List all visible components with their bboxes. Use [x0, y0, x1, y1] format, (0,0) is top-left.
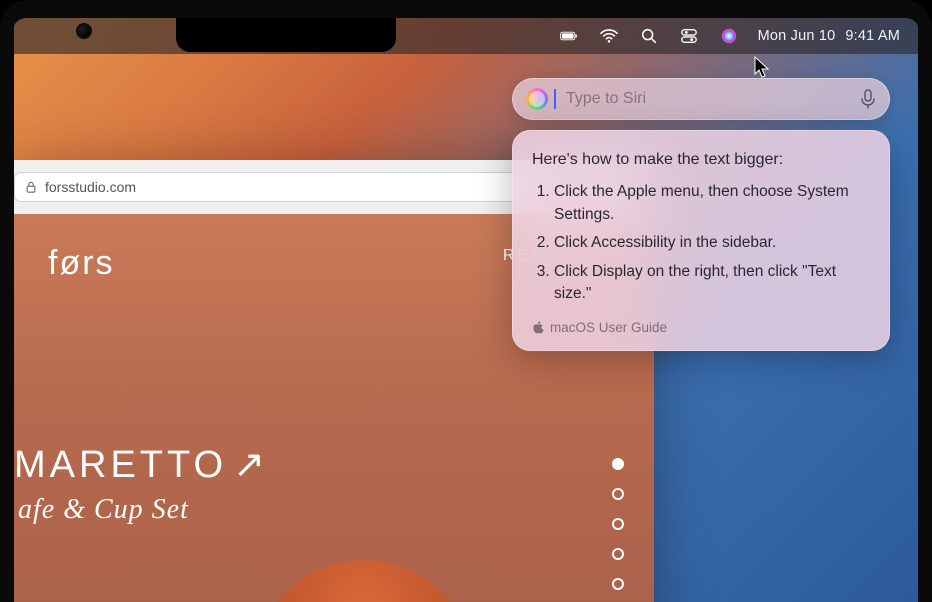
- instruction-step: Click Display on the right, then click "…: [554, 261, 870, 306]
- wifi-icon[interactable]: [598, 25, 620, 47]
- instruction-list: Click the Apple menu, then choose System…: [532, 181, 870, 305]
- url-text: forsstudio.com: [45, 179, 136, 195]
- carousel-dot[interactable]: [612, 548, 624, 560]
- spotlight-icon[interactable]: [638, 25, 660, 47]
- carousel-dot[interactable]: [612, 488, 624, 500]
- camera-icon: [78, 25, 90, 37]
- control-center-icon[interactable]: [678, 25, 700, 47]
- hero-title: MARETTO↗: [14, 443, 654, 488]
- menu-bar-clock[interactable]: Mon Jun 10 9:41 AM: [758, 28, 900, 44]
- cursor-pointer-icon: [754, 56, 772, 78]
- microphone-icon[interactable]: [860, 89, 876, 109]
- time-text: 9:41 AM: [845, 28, 900, 44]
- siri-icon[interactable]: [718, 25, 740, 47]
- siri-input-bar[interactable]: [512, 78, 890, 120]
- response-title: Here's how to make the text bigger:: [532, 148, 870, 171]
- source-text: macOS User Guide: [550, 318, 667, 338]
- arrow-ne-icon: ↗: [233, 442, 269, 487]
- siri-text-field[interactable]: [566, 90, 850, 108]
- carousel-dot[interactable]: [612, 578, 624, 590]
- carousel-dot[interactable]: [612, 518, 624, 530]
- source-link[interactable]: macOS User Guide: [532, 318, 870, 338]
- instruction-step: Click Accessibility in the sidebar.: [554, 232, 870, 254]
- display-notch: [176, 18, 396, 52]
- lock-icon: [25, 181, 37, 193]
- apple-logo-icon: [532, 321, 544, 334]
- instruction-step: Click the Apple menu, then choose System…: [554, 181, 870, 226]
- battery-icon[interactable]: [558, 25, 580, 47]
- text-cursor: [554, 89, 556, 109]
- product-image: [254, 560, 474, 602]
- carousel-dot[interactable]: [612, 458, 624, 470]
- carousel-dots: [612, 458, 624, 590]
- siri-orb-icon: [526, 88, 548, 110]
- siri-response-card: Here's how to make the text bigger: Clic…: [512, 130, 890, 351]
- hero-subtitle: afe & Cup Set: [14, 494, 654, 526]
- date-text: Mon Jun 10: [758, 28, 836, 44]
- menu-bar: Mon Jun 10 9:41 AM: [14, 18, 918, 54]
- address-bar[interactable]: forsstudio.com: [14, 172, 598, 202]
